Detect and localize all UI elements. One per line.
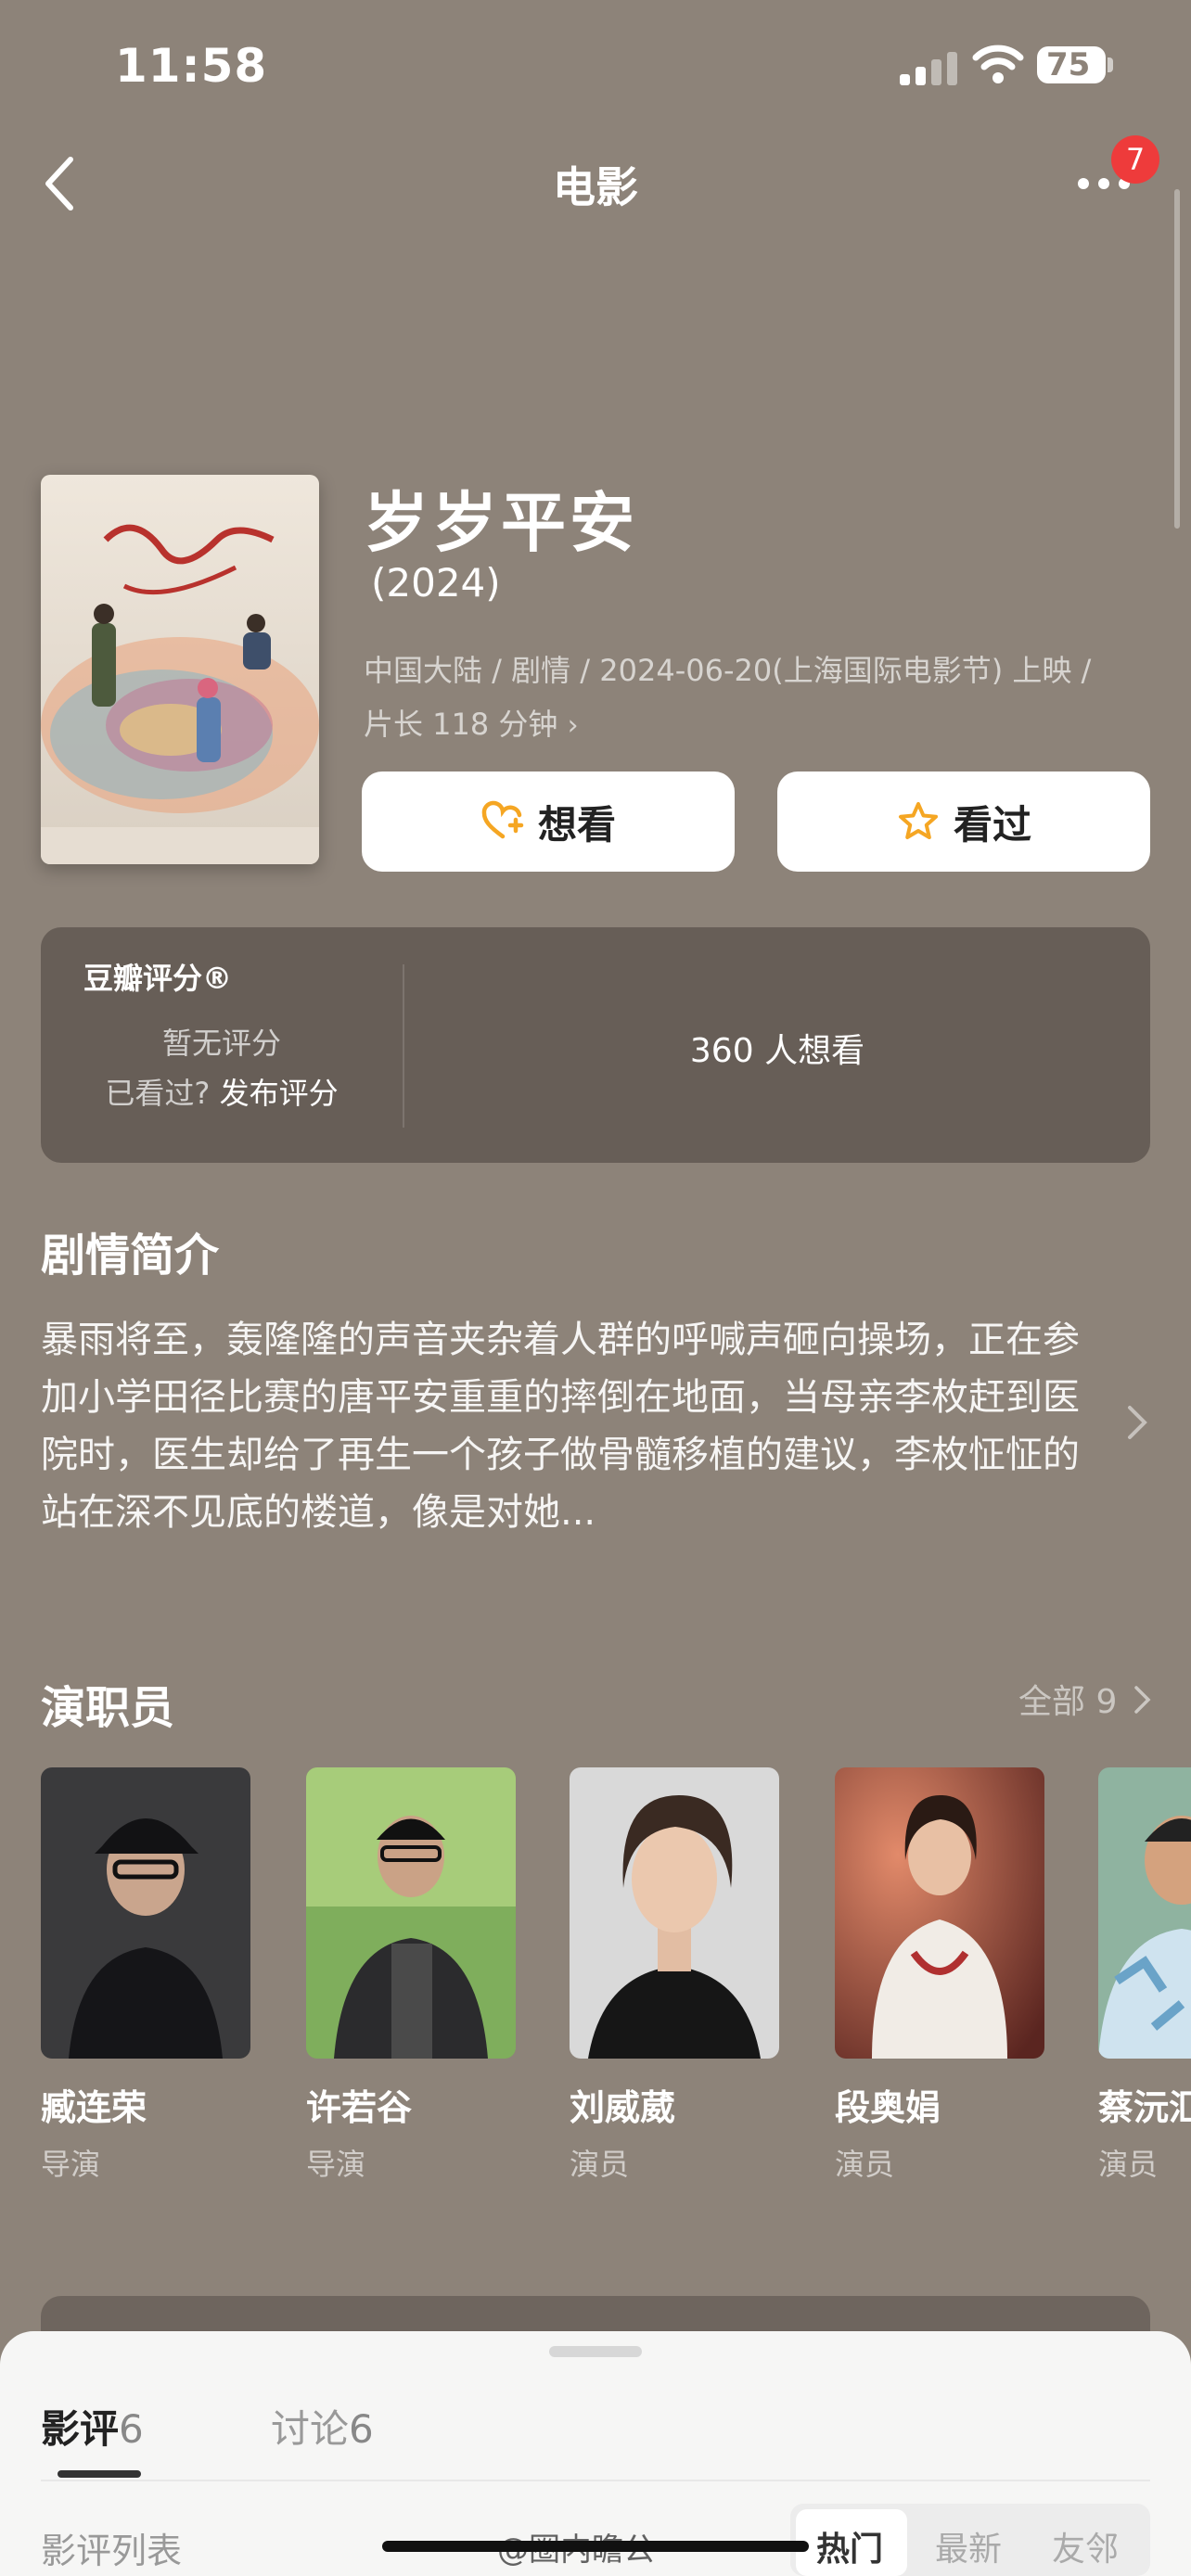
movie-year: (2024): [371, 560, 501, 606]
active-tab-indicator: [58, 2470, 141, 2478]
sheet-drag-handle[interactable]: [549, 2346, 642, 2357]
tab-discussion-count: 6: [349, 2406, 374, 2452]
cast-role: 导演: [41, 2147, 101, 2182]
tab-reviews-label: 影评: [41, 2406, 120, 2452]
page-title: 电影: [553, 162, 638, 212]
cast-role: 导演: [306, 2147, 366, 2182]
heart-plus-icon: [481, 800, 524, 839]
publish-rating-link[interactable]: 发布评分: [220, 1076, 339, 1111]
cast-heading: 演职员: [41, 1682, 175, 1734]
tab-discussion-label: 讨论: [271, 2406, 350, 2452]
cast-view-all[interactable]: 全部 9: [1018, 1675, 1117, 1723]
cast-photo: [835, 1767, 1044, 2059]
tab-reviews[interactable]: 影评6: [41, 2398, 144, 2455]
cast-photo: [1098, 1767, 1191, 2059]
battery-icon: 75: [1037, 46, 1106, 83]
sheet-divider: [41, 2480, 1150, 2481]
cast-photo: [306, 1767, 516, 2059]
cast-photo: [570, 1767, 779, 2059]
wifi-icon: [972, 45, 1024, 83]
battery-tip: [1108, 57, 1113, 72]
star-icon: [898, 802, 938, 839]
watched-button[interactable]: 看过: [777, 772, 1150, 872]
tab-discussion[interactable]: 讨论6: [271, 2398, 374, 2455]
want-count[interactable]: 360 人想看: [404, 1024, 1150, 1072]
notification-badge: 7: [1111, 135, 1159, 184]
cast-name: 刘威葳: [570, 2087, 676, 2128]
cast-name: 蔡沅汇: [1098, 2087, 1191, 2128]
movie-duration-row: 片长 118 分钟 ›: [364, 697, 1143, 753]
status-time: 11:58: [115, 39, 268, 93]
no-rating-text: 暂无评分: [161, 1026, 281, 1061]
chevron-right-icon: ›: [567, 709, 579, 742]
movie-duration: 片长 118 分钟: [364, 707, 558, 742]
chevron-right-icon[interactable]: [1126, 1400, 1148, 1445]
cast-member[interactable]: 蔡沅汇 演员: [1098, 1767, 1191, 2184]
cast-member[interactable]: 段奥娟 演员: [835, 1767, 1044, 2184]
cast-member[interactable]: 臧连荣 导演: [41, 1767, 250, 2184]
scrollbar[interactable]: [1174, 189, 1180, 529]
movie-meta-info: 中国大陆 / 剧情 / 2024-06-20(上海国际电影节) 上映 /: [364, 653, 1092, 688]
cast-role: 演员: [1098, 2147, 1159, 2182]
seen-label: 看过: [953, 801, 1031, 848]
review-list-label: 影评列表: [41, 2531, 183, 2571]
cast-member[interactable]: 刘威葳 演员: [570, 1767, 779, 2184]
synopsis-heading: 剧情简介: [41, 1230, 220, 1282]
home-indicator[interactable]: [382, 2541, 809, 2552]
cast-photo: [41, 1767, 250, 2059]
tab-reviews-count: 6: [119, 2406, 144, 2452]
sort-hot[interactable]: 热门: [816, 2522, 883, 2570]
cast-name: 段奥娟: [835, 2087, 941, 2128]
want-to-watch-button[interactable]: 想看: [362, 772, 735, 872]
synopsis-text[interactable]: 暴雨将至，轰隆隆的声音夹杂着人群的呼喊声砸向操场，正在参加小学田径比赛的唐平安重…: [41, 1311, 1108, 1541]
movie-poster[interactable]: [41, 475, 319, 864]
cast-role: 演员: [835, 2147, 895, 2182]
douban-rating-label: 豆瓣评分®: [83, 961, 233, 996]
cast-member[interactable]: 许若谷 导演: [306, 1767, 516, 2184]
cast-name: 许若谷: [306, 2087, 413, 2128]
cast-name: 臧连荣: [41, 2087, 147, 2128]
movie-title: 岁岁平安: [364, 485, 638, 561]
movie-meta[interactable]: 中国大陆 / 剧情 / 2024-06-20(上海国际电影节) 上映 / 片长 …: [364, 644, 1143, 753]
cast-role: 演员: [570, 2147, 630, 2182]
sort-newest[interactable]: 最新: [935, 2522, 1002, 2570]
want-label: 想看: [537, 801, 616, 848]
seen-question: 已看过?: [105, 1076, 211, 1111]
cellular-signal-icon: [900, 52, 957, 85]
sort-friends[interactable]: 友邻: [1052, 2522, 1119, 2570]
publish-rating-row: 已看过? 发布评分: [41, 1070, 403, 1113]
chevron-right-icon[interactable]: [1133, 1682, 1152, 1717]
